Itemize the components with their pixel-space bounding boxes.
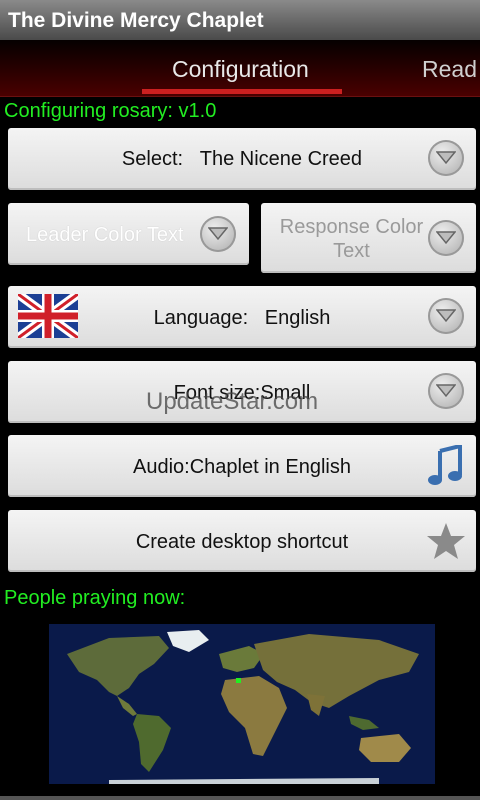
select-value: The Nicene Creed bbox=[199, 148, 363, 170]
select-prayer-button[interactable]: Select: The Nicene Creed bbox=[8, 128, 476, 190]
shortcut-label: Create desktop shortcut bbox=[135, 531, 349, 553]
response-color-label: Response Color Text bbox=[279, 216, 424, 262]
select-label: Select: bbox=[121, 148, 184, 170]
chevron-down-icon bbox=[428, 298, 464, 334]
language-value: English bbox=[264, 307, 331, 329]
chevron-down-icon bbox=[428, 140, 464, 176]
chevron-down-icon bbox=[200, 216, 236, 252]
tab-active-indicator bbox=[142, 89, 342, 94]
audio-label: Audio:Chaplet in English bbox=[133, 456, 351, 478]
app-title: The Divine Mercy Chaplet bbox=[8, 9, 264, 32]
bottom-bar bbox=[0, 796, 480, 800]
world-map[interactable] bbox=[49, 624, 435, 784]
music-note-icon bbox=[428, 445, 462, 485]
chevron-down-icon bbox=[428, 373, 464, 409]
tab-read[interactable]: Read bbox=[422, 56, 477, 83]
create-shortcut-button[interactable]: Create desktop shortcut bbox=[8, 510, 476, 572]
chevron-down-icon bbox=[428, 220, 464, 256]
language-button[interactable]: Language: English bbox=[8, 286, 476, 348]
response-color-button[interactable]: Response Color Text bbox=[261, 203, 476, 273]
watermark: UpdateStar.com bbox=[146, 388, 319, 415]
language-label: Language: bbox=[153, 307, 249, 329]
people-praying-label: People praying now: bbox=[4, 587, 186, 609]
title-bar: The Divine Mercy Chaplet bbox=[0, 0, 480, 41]
star-icon bbox=[427, 523, 465, 559]
configuring-label: Configuring rosary: v1.0 bbox=[4, 100, 217, 122]
tab-configuration[interactable]: Configuration bbox=[172, 56, 309, 83]
leader-color-button[interactable]: Leader Color Text bbox=[8, 203, 249, 265]
audio-button[interactable]: Audio:Chaplet in English bbox=[8, 435, 476, 497]
